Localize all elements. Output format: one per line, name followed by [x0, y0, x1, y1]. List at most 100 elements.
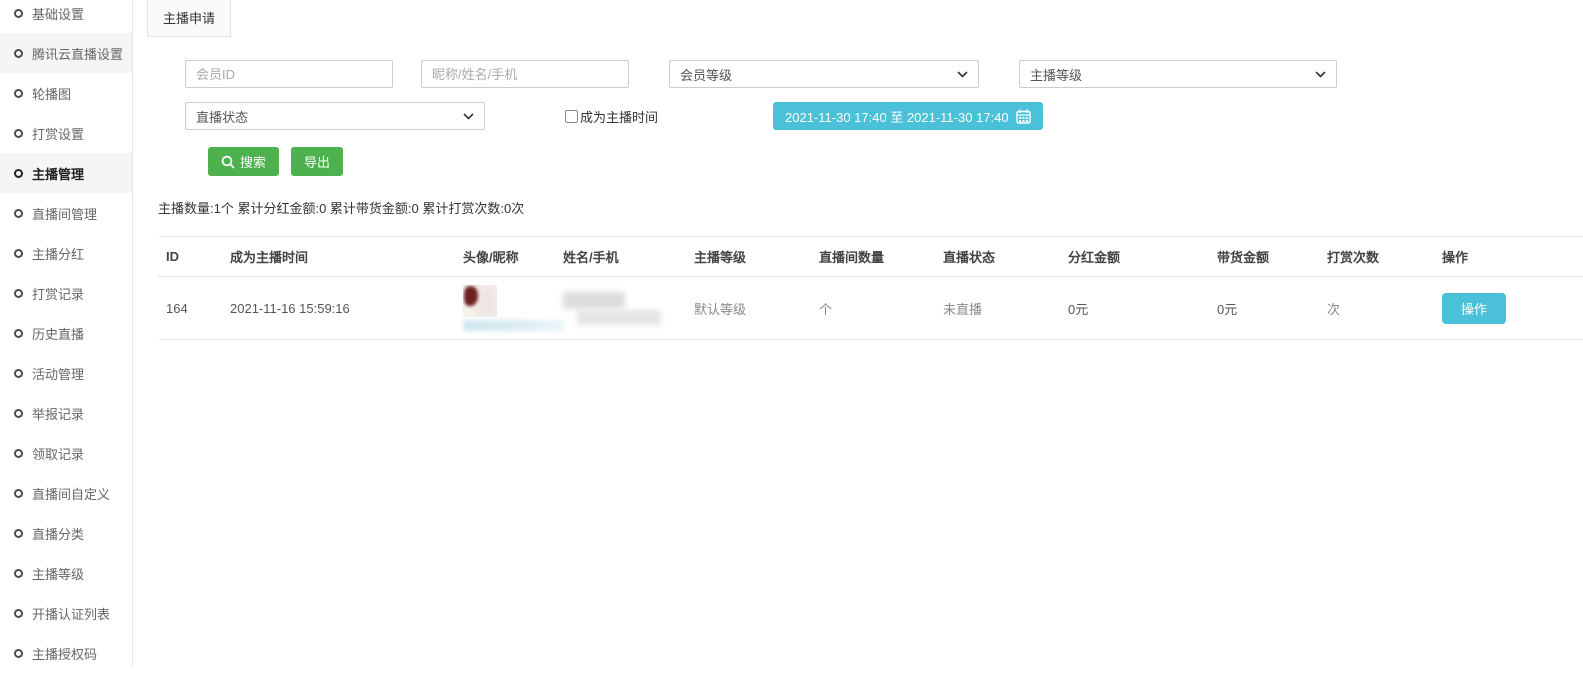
cell-id: 164 [158, 277, 222, 340]
cell-action: 操作 [1434, 277, 1583, 340]
chevron-down-icon [1315, 71, 1326, 78]
sidebar-item-label: 轮播图 [32, 84, 71, 103]
col-header-anchor-level: 主播等级 [686, 237, 811, 277]
sidebar-item-label: 主播等级 [32, 564, 84, 583]
nickname-redacted [463, 320, 565, 331]
filter-panel: 会员等级 主播等级 直播状态 成为主播时间 2021-11 [185, 60, 1583, 176]
sidebar-item-tencent-live-settings[interactable]: 腾讯云直播设置 [0, 33, 132, 73]
sidebar-item-basic-settings[interactable]: 基础设置 [0, 0, 132, 33]
sidebar-item-label: 领取记录 [32, 444, 84, 463]
col-header-action: 操作 [1434, 237, 1583, 277]
circle-bullet-icon [14, 289, 23, 298]
main-content: 主播申请 会员等级 主播等级 直播状态 [133, 0, 1583, 673]
sidebar-item-reward-records[interactable]: 打赏记录 [0, 273, 132, 313]
become-anchor-time-label: 成为主播时间 [580, 107, 658, 126]
live-status-select[interactable]: 直播状态 [185, 102, 485, 130]
circle-bullet-icon [14, 329, 23, 338]
circle-bullet-icon [14, 249, 23, 258]
circle-bullet-icon [14, 529, 23, 538]
sidebar-item-label: 开播认证列表 [32, 604, 110, 623]
anchor-level-select-value: 主播等级 [1030, 65, 1082, 84]
col-header-reward-count: 打赏次数 [1319, 237, 1434, 277]
circle-bullet-icon [14, 649, 23, 658]
checkbox-box-icon[interactable] [565, 110, 578, 123]
nickname-name-phone-input[interactable] [421, 60, 629, 88]
sidebar-item-label: 打赏记录 [32, 284, 84, 303]
circle-bullet-icon [14, 609, 23, 618]
circle-bullet-icon [14, 489, 23, 498]
export-button[interactable]: 导出 [291, 147, 343, 176]
circle-bullet-icon [14, 569, 23, 578]
cell-become-time: 2021-11-16 15:59:16 [222, 277, 455, 340]
sidebar-item-anchor-management[interactable]: 主播管理 [0, 153, 132, 193]
sidebar-item-label: 基础设置 [32, 4, 84, 23]
circle-bullet-icon [14, 209, 23, 218]
circle-bullet-icon [14, 169, 23, 178]
circle-bullet-icon [14, 129, 23, 138]
filter-row-1: 会员等级 主播等级 [185, 60, 1583, 88]
app-root: 基础设置 腾讯云直播设置 轮播图 打赏设置 主播管理 直播间管理 主播分红 打 [0, 0, 1583, 673]
sidebar-item-activity-management[interactable]: 活动管理 [0, 353, 132, 393]
sidebar-item-live-category[interactable]: 直播分类 [0, 513, 132, 553]
sidebar-item-label: 直播间自定义 [32, 484, 110, 503]
search-button[interactable]: 搜索 [208, 147, 279, 176]
sidebar-item-reward-settings[interactable]: 打赏设置 [0, 113, 132, 153]
sidebar: 基础设置 腾讯云直播设置 轮播图 打赏设置 主播管理 直播间管理 主播分红 打 [0, 0, 133, 666]
date-range-text: 2021-11-30 17:40 至 2021-11-30 17:40 [785, 107, 1009, 126]
member-level-select-value: 会员等级 [680, 65, 732, 84]
action-button-row: 搜索 导出 [208, 147, 1583, 176]
sidebar-item-label: 历史直播 [32, 324, 84, 343]
sidebar-item-live-history[interactable]: 历史直播 [0, 313, 132, 353]
avatar-blur-overlay [475, 285, 497, 317]
filter-row-2: 直播状态 成为主播时间 2021-11-30 17:40 至 2021-11-3… [185, 102, 1583, 130]
sidebar-item-liveroom-custom[interactable]: 直播间自定义 [0, 473, 132, 513]
member-level-select[interactable]: 会员等级 [669, 60, 979, 88]
sidebar-item-report-records[interactable]: 举报记录 [0, 393, 132, 433]
sidebar-item-label: 腾讯云直播设置 [32, 44, 123, 63]
cell-name-phone [555, 277, 686, 340]
cell-reward-count: 次 [1319, 277, 1434, 340]
sidebar-item-liveroom-management[interactable]: 直播间管理 [0, 193, 132, 233]
anchor-table: ID 成为主播时间 头像/昵称 姓名/手机 主播等级 直播间数量 直播状态 分红… [158, 236, 1583, 340]
sidebar-item-carousel[interactable]: 轮播图 [0, 73, 132, 113]
tab-anchor-apply[interactable]: 主播申请 [147, 0, 231, 37]
circle-bullet-icon [14, 369, 23, 378]
chevron-down-icon [463, 113, 474, 120]
sidebar-item-anchor-dividend[interactable]: 主播分红 [0, 233, 132, 273]
cell-anchor-level: 默认等级 [686, 277, 811, 340]
sidebar-item-label: 主播授权码 [32, 644, 97, 663]
cell-room-count: 个 [811, 277, 935, 340]
sidebar-item-label: 主播分红 [32, 244, 84, 263]
sidebar-item-label: 直播分类 [32, 524, 84, 543]
calendar-icon [1016, 109, 1031, 124]
sidebar-item-label: 主播管理 [32, 164, 84, 183]
sidebar-item-broadcast-cert-list[interactable]: 开播认证列表 [0, 593, 132, 633]
cell-avatar-nickname [455, 277, 555, 340]
col-header-name-phone: 姓名/手机 [555, 237, 686, 277]
member-id-input[interactable] [185, 60, 393, 88]
col-header-id: ID [158, 237, 222, 277]
summary-stats: 主播数量:1个 累计分红金额:0 累计带货金额:0 累计打赏次数:0次 [158, 198, 1583, 217]
live-status-select-value: 直播状态 [196, 107, 248, 126]
phone-redacted [577, 310, 661, 325]
col-header-goods-amount: 带货金额 [1209, 237, 1319, 277]
cell-goods-amount: 0元 [1209, 277, 1319, 340]
become-anchor-time-checkbox[interactable]: 成为主播时间 [565, 107, 658, 126]
sidebar-item-anchor-level[interactable]: 主播等级 [0, 553, 132, 593]
col-header-become-time: 成为主播时间 [222, 237, 455, 277]
search-button-label: 搜索 [240, 152, 266, 171]
col-header-live-status: 直播状态 [935, 237, 1060, 277]
table-header-row: ID 成为主播时间 头像/昵称 姓名/手机 主播等级 直播间数量 直播状态 分红… [158, 237, 1583, 277]
sidebar-item-label: 举报记录 [32, 404, 84, 423]
cell-dividend: 0元 [1060, 277, 1209, 340]
circle-bullet-icon [14, 49, 23, 58]
row-action-button[interactable]: 操作 [1442, 293, 1506, 324]
circle-bullet-icon [14, 89, 23, 98]
anchor-level-select[interactable]: 主播等级 [1019, 60, 1337, 88]
sidebar-item-claim-records[interactable]: 领取记录 [0, 433, 132, 473]
circle-bullet-icon [14, 449, 23, 458]
date-range-button[interactable]: 2021-11-30 17:40 至 2021-11-30 17:40 [773, 102, 1043, 130]
name-redacted [563, 292, 625, 309]
circle-bullet-icon [14, 9, 23, 18]
sidebar-item-anchor-auth-code[interactable]: 主播授权码 [0, 633, 132, 673]
